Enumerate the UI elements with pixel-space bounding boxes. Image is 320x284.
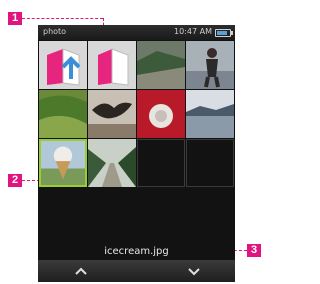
- callout-3: 3: [247, 244, 261, 257]
- folder-icon: [88, 41, 136, 89]
- photo-image: [186, 90, 234, 138]
- photo-image: [137, 41, 185, 89]
- photo-image: [41, 141, 85, 185]
- photo-image: [39, 90, 87, 138]
- photo-thumbnail-bird[interactable]: [88, 90, 136, 138]
- photo-image: [137, 90, 185, 138]
- chevron-up-icon: [75, 267, 87, 275]
- photo-image: [88, 90, 136, 138]
- folder-up-icon: [39, 41, 87, 89]
- photo-thumbnail-lake[interactable]: [186, 90, 234, 138]
- photo-thumbnail-icecream[interactable]: [39, 139, 87, 187]
- status-bar: photo 10:47 AM: [38, 25, 235, 40]
- photo-thumbnail-hillside[interactable]: [137, 41, 185, 89]
- clock: 10:47 AM: [174, 27, 212, 36]
- nav-bar: [38, 260, 235, 282]
- callout-1: 1: [8, 12, 22, 25]
- chevron-down-icon: [188, 267, 200, 275]
- app-title: photo: [43, 27, 67, 36]
- photo-thumbnail-path[interactable]: [88, 139, 136, 187]
- photo-image: [88, 139, 136, 187]
- scroll-down-button[interactable]: [181, 264, 207, 278]
- photo-thumbnail-red-flower[interactable]: [137, 90, 185, 138]
- folder-up-tile[interactable]: [39, 41, 87, 89]
- empty-tile: [186, 139, 234, 187]
- callout-1-leader: [22, 18, 103, 19]
- photo-thumbnail-grass[interactable]: [39, 90, 87, 138]
- photo-thumbnail-person[interactable]: [186, 41, 234, 89]
- battery-icon: [215, 29, 233, 37]
- folder-tile[interactable]: [88, 41, 136, 89]
- device-screen: photo 10:47 AM icecream.jpg: [38, 25, 235, 282]
- scroll-up-button[interactable]: [68, 264, 94, 278]
- empty-tile: [137, 139, 185, 187]
- callout-2: 2: [8, 174, 22, 187]
- selected-filename: icecream.jpg: [104, 246, 169, 257]
- photo-image: [186, 41, 234, 89]
